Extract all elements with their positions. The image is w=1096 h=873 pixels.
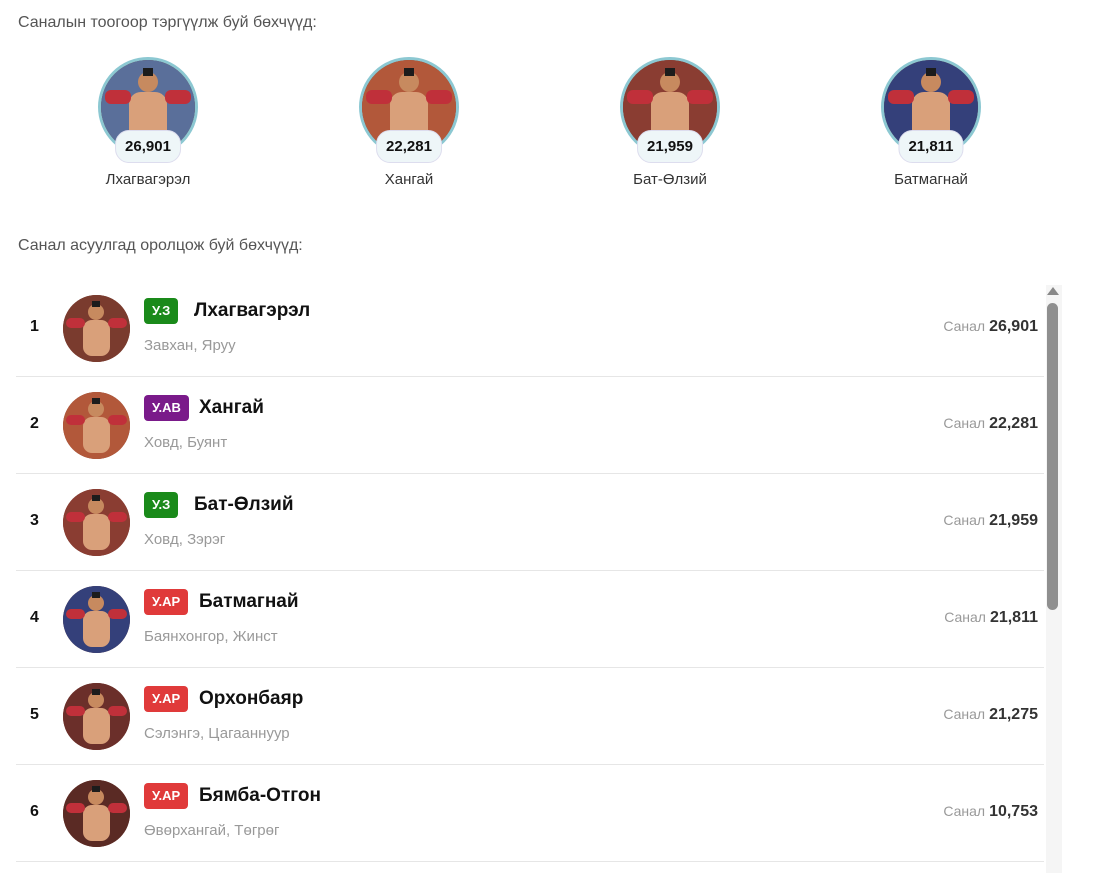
list-section-title: Санал асуулгад оролцож буй бөхчүүд: [18, 237, 303, 254]
title-badge: У.АР [144, 783, 189, 809]
top-votes-pill: 26,901 [115, 130, 181, 163]
top-wrestler-card[interactable]: 26,901 Лхагвагэрэл [68, 57, 228, 188]
top-wrestler-name: Лхагвагэрэл [105, 171, 191, 188]
wrestler-region: Сэлэнгэ, Цагааннуур [144, 725, 290, 742]
vote-count: Санал 21,811 [944, 609, 1038, 626]
title-badge: У.АВ [144, 395, 189, 421]
top-section-title: Саналын тоогоор тэргүүлж буй бөхчүүд: [18, 14, 317, 31]
list-item[interactable]: 3 У.З Бат-Өлзий Ховд, Зэрэг Санал 21,959 [16, 474, 1044, 571]
wrestler-avatar [63, 586, 130, 653]
list-item[interactable]: 6 У.АР Бямба-Отгон Өвөрхангай, Төгрөг Са… [16, 765, 1044, 862]
wrestler-region: Өвөрхангай, Төгрөг [144, 822, 280, 839]
title-badge: У.АР [144, 686, 189, 712]
wrestler-region: Завхан, Яруу [144, 337, 236, 354]
title-badge: У.З [144, 492, 179, 518]
vote-count: Санал 21,959 [943, 512, 1038, 529]
wrestler-avatar [63, 392, 130, 459]
wrestler-name[interactable]: Лхагвагэрэл [194, 300, 310, 322]
list-item[interactable]: 5 У.АР Орхонбаяр Сэлэнгэ, Цагааннуур Сан… [16, 668, 1044, 765]
wrestler-region: Баянхонгор, Жинст [144, 628, 278, 645]
top-wrestler-name: Бат-Өлзий [633, 171, 707, 188]
top-wrestler-card[interactable]: 22,281 Хангай [329, 57, 489, 188]
wrestler-avatar [63, 295, 130, 362]
scrollbar-thumb[interactable] [1047, 303, 1058, 610]
wrestler-region: Ховд, Буянт [144, 434, 228, 451]
rank-number: 6 [30, 803, 39, 820]
vote-count: Санал 10,753 [943, 803, 1038, 820]
wrestler-avatar [63, 489, 130, 556]
wrestler-avatar [63, 780, 130, 847]
top-wrestler-name: Хангай [384, 171, 434, 188]
top-wrestler-card[interactable]: 21,959 Бат-Өлзий [590, 57, 750, 188]
wrestler-name[interactable]: Хангай [199, 397, 264, 419]
top-votes-pill: 22,281 [376, 130, 442, 163]
rank-number: 1 [30, 318, 39, 335]
vote-count: Санал 26,901 [943, 318, 1038, 335]
rank-number: 2 [30, 415, 39, 432]
wrestler-avatar [63, 683, 130, 750]
wrestler-name[interactable]: Батмагнай [199, 591, 299, 613]
top-votes-pill: 21,959 [637, 130, 703, 163]
vote-count: Санал 21,275 [943, 706, 1038, 723]
scroll-up-arrow-icon[interactable] [1046, 286, 1060, 296]
rank-number: 3 [30, 512, 39, 529]
wrestler-name[interactable]: Бат-Өлзий [194, 494, 294, 516]
list-item[interactable]: 2 У.АВ Хангай Ховд, Буянт Санал 22,281 [16, 377, 1044, 474]
vote-count: Санал 22,281 [943, 415, 1038, 432]
wrestler-region: Ховд, Зэрэг [144, 531, 226, 548]
top-wrestler-name: Батмагнай [894, 171, 968, 188]
rank-number: 5 [30, 706, 39, 723]
rank-number: 4 [30, 609, 39, 626]
wrestler-name[interactable]: Бямба-Отгон [199, 785, 321, 807]
top-votes-pill: 21,811 [898, 130, 964, 163]
title-badge: У.АР [144, 589, 189, 615]
list-item[interactable]: 1 У.З Лхагвагэрэл Завхан, Яруу Санал 26,9… [16, 280, 1044, 377]
wrestler-list[interactable]: 1 У.З Лхагвагэрэл Завхан, Яруу Санал 26,9… [16, 280, 1062, 873]
list-item[interactable]: 4 У.АР Батмагнай Баянхонгор, Жинст Санал… [16, 571, 1044, 668]
title-badge: У.З [144, 298, 179, 324]
wrestler-name[interactable]: Орхонбаяр [199, 688, 303, 710]
top-wrestler-card[interactable]: 21,811 Батмагнай [851, 57, 1011, 188]
